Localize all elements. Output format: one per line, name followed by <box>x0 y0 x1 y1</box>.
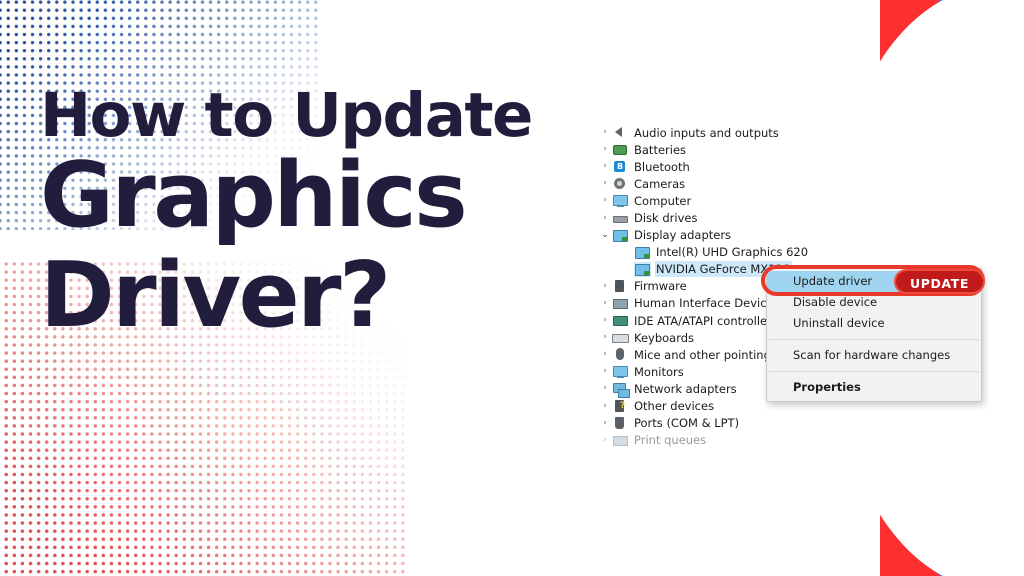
menu-item-label: Uninstall device <box>793 316 885 330</box>
menu-item[interactable]: Uninstall device <box>767 313 981 334</box>
tree-item-label: Intel(R) UHD Graphics 620 <box>656 245 809 260</box>
tree-item[interactable]: ⌄ Display adapters <box>598 227 828 244</box>
headline-line-2: Graphics <box>40 142 468 248</box>
menu-item-label: Scan for hardware changes <box>793 348 951 362</box>
tree-item-label: Audio inputs and outputs <box>634 125 779 140</box>
tree-item-label: IDE ATA/ATAPI controllers <box>634 313 778 328</box>
menu-item[interactable]: Scan for hardware changes <box>767 345 981 366</box>
tree-item[interactable]: › Cameras <box>598 175 828 192</box>
menu-item-label: Disable device <box>793 295 878 309</box>
chevron-right-icon[interactable]: › <box>598 367 612 376</box>
tree-item-label: Disk drives <box>634 211 698 226</box>
menu-item[interactable]: Properties <box>767 377 981 398</box>
gpu-icon <box>634 245 651 260</box>
menu-separator <box>769 339 979 340</box>
tree-item-label: Batteries <box>634 142 687 157</box>
chevron-right-icon[interactable]: › <box>598 350 612 359</box>
tree-item[interactable]: › Batteries <box>598 141 828 158</box>
headline-line-3: Driver? <box>40 242 391 348</box>
tree-item-label: Network adapters <box>634 381 737 396</box>
tree-item-label: Human Interface Devices <box>634 296 780 311</box>
menu-separator <box>769 371 979 372</box>
tree-item-label: Computer <box>634 193 692 208</box>
tree-item[interactable]: › Computer <box>598 192 828 209</box>
chevron-right-icon[interactable]: › <box>598 401 612 411</box>
update-badge: UPDATE <box>893 269 985 294</box>
tree-item[interactable]: › Audio inputs and outputs <box>598 124 828 141</box>
page-title: How to Update Graphics Driver? <box>40 80 620 348</box>
menu-item[interactable]: Update driver UPDATE <box>761 265 985 296</box>
gpu-icon <box>634 261 651 277</box>
tree-item-label: Print queues <box>634 433 707 448</box>
other-device-icon <box>612 399 629 414</box>
tree-item[interactable]: Intel(R) UHD Graphics 620 <box>598 244 828 261</box>
tree-item[interactable]: › Ports (COM & LPT) <box>598 415 828 432</box>
tree-item[interactable]: ›Bluetooth <box>598 158 828 175</box>
mouse-icon <box>612 347 629 362</box>
headline-line-1: How to Update <box>40 80 533 151</box>
printer-icon <box>612 433 629 448</box>
tree-item-label: Display adapters <box>634 228 732 243</box>
chevron-right-icon[interactable]: › <box>598 435 612 445</box>
tree-item-label: Ports (COM & LPT) <box>634 416 740 431</box>
chevron-right-icon[interactable]: › <box>598 384 612 393</box>
tree-item[interactable]: › Disk drives <box>598 209 828 226</box>
thumbnail-canvas: How to Update Graphics Driver? › Audio in… <box>0 0 1024 576</box>
tree-item-label: Bluetooth <box>634 159 690 174</box>
port-icon <box>612 416 629 431</box>
tree-item-label: Monitors <box>634 364 684 379</box>
tree-item-label: Firmware <box>634 279 687 294</box>
network-adapter-icon <box>612 381 630 399</box>
chevron-right-icon[interactable]: › <box>598 418 612 428</box>
tree-item-label: Keyboards <box>634 330 695 345</box>
menu-item-label: Properties <box>793 380 861 394</box>
device-context-menu[interactable]: Update driver UPDATE Disable device Uninsta… <box>761 265 985 402</box>
monitor-icon <box>612 364 629 379</box>
menu-item-label: Update driver <box>793 274 873 288</box>
tree-item-label: Other devices <box>634 399 715 414</box>
tree-item-label: Cameras <box>634 176 686 191</box>
tree-item[interactable]: › Print queues <box>598 432 828 449</box>
